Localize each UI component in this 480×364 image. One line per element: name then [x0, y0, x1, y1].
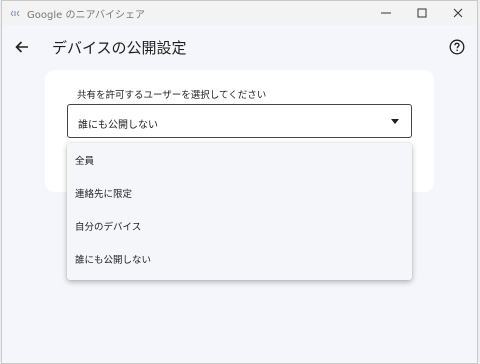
help-icon: [449, 39, 465, 55]
window-title: Google のニアバイシェア: [27, 9, 146, 21]
close-icon: [453, 8, 463, 18]
page-header: デバイスの公開設定: [2, 29, 477, 65]
option-everyone[interactable]: 全員: [67, 145, 412, 175]
option-contacts-only[interactable]: 連絡先に限定: [67, 178, 412, 208]
visibility-field-label: 共有を許可するユーザーを選択してください: [77, 90, 267, 101]
selected-value: 誰にも公開しない: [78, 120, 158, 131]
minimize-icon: [381, 12, 391, 14]
page-title: デバイスの公開設定: [52, 39, 187, 57]
back-button[interactable]: [10, 35, 34, 59]
visibility-select[interactable]: 誰にも公開しない: [67, 104, 412, 138]
nearby-share-icon: [10, 9, 22, 18]
title-bar: Google のニアバイシェア: [2, 1, 477, 25]
option-no-one[interactable]: 誰にも公開しない: [67, 244, 412, 274]
option-your-devices[interactable]: 自分のデバイス: [67, 211, 412, 241]
close-button[interactable]: [441, 1, 475, 25]
maximize-button[interactable]: [405, 1, 439, 25]
maximize-icon: [417, 8, 427, 18]
minimize-button[interactable]: [369, 1, 403, 25]
help-button[interactable]: [445, 35, 469, 59]
dropdown-arrow-icon: [391, 119, 399, 124]
visibility-dropdown-menu: 全員 連絡先に限定 自分のデバイス 誰にも公開しない: [67, 143, 412, 280]
arrow-left-icon: [15, 41, 28, 53]
